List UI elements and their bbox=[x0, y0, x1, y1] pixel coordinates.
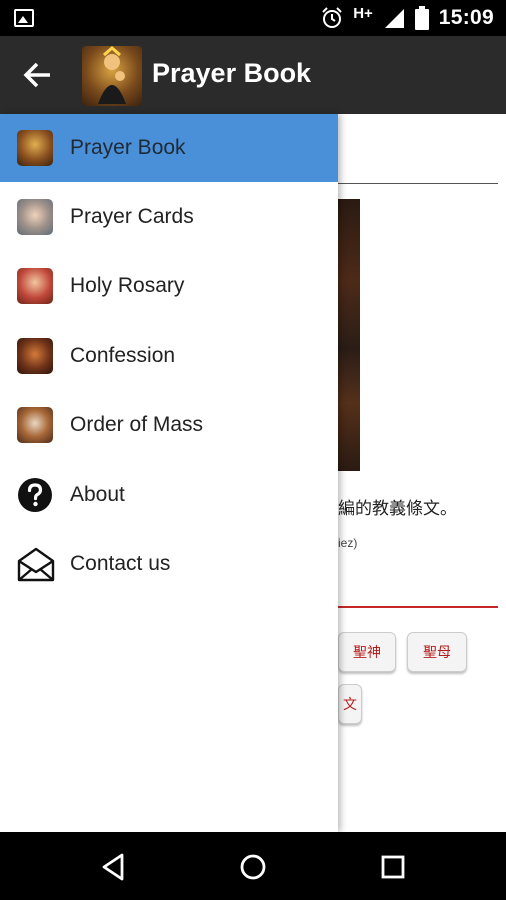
divider bbox=[338, 183, 498, 184]
back-triangle-icon[interactable] bbox=[96, 850, 130, 884]
home-circle-icon[interactable] bbox=[236, 850, 270, 884]
status-bar: H+ 15:09 bbox=[0, 0, 506, 36]
rosary-painting-icon bbox=[17, 268, 53, 304]
drawer-item-prayer-book[interactable]: Prayer Book bbox=[0, 114, 338, 182]
drawer-item-label: Order of Mass bbox=[70, 413, 204, 436]
madonna-icon bbox=[17, 130, 53, 166]
envelope-icon bbox=[17, 547, 55, 582]
drawer-item-label: Prayer Book bbox=[70, 136, 186, 159]
recents-square-icon[interactable] bbox=[376, 850, 410, 884]
navigation-drawer: Prayer Book Prayer Cards Holy Rosary Con… bbox=[0, 114, 338, 832]
drawer-item-prayer-cards[interactable]: Prayer Cards bbox=[0, 183, 338, 251]
red-divider bbox=[338, 606, 498, 608]
image-icon bbox=[14, 9, 34, 27]
madonna-icon bbox=[82, 46, 142, 106]
drawer-item-holy-rosary[interactable]: Holy Rosary bbox=[0, 252, 338, 320]
content-paragraph: 編的教義條文。 bbox=[338, 499, 457, 518]
drawer-item-label: Holy Rosary bbox=[70, 274, 185, 297]
mass-painting-icon bbox=[17, 407, 53, 443]
drawer-item-label: Prayer Cards bbox=[70, 205, 194, 228]
network-type: H+ bbox=[353, 4, 373, 22]
battery-icon bbox=[414, 6, 429, 30]
chip-button[interactable]: 聖母 bbox=[407, 632, 467, 672]
clock: 15:09 bbox=[438, 6, 494, 29]
book-image bbox=[338, 199, 360, 471]
alarm-icon bbox=[322, 7, 342, 28]
chip-button[interactable]: 文 bbox=[338, 684, 362, 724]
chip-button[interactable]: 聖神 bbox=[338, 632, 396, 672]
drawer-item-label: Contact us bbox=[70, 552, 171, 575]
drawer-item-confession[interactable]: Confession bbox=[0, 322, 338, 390]
confession-painting-icon bbox=[17, 338, 53, 374]
signal-icon bbox=[384, 9, 404, 28]
drawer-item-contact-us[interactable]: Contact us bbox=[0, 530, 338, 598]
drawer-item-about[interactable]: About bbox=[0, 461, 338, 529]
status-icons: H+ 15:09 bbox=[321, 0, 494, 36]
portrait-icon bbox=[17, 199, 53, 235]
app-bar: Prayer Book bbox=[0, 36, 506, 114]
help-circle-icon bbox=[18, 478, 52, 512]
drawer-item-label: About bbox=[70, 483, 125, 506]
content-caption: iez) bbox=[338, 536, 358, 550]
drawer-item-order-of-mass[interactable]: Order of Mass bbox=[0, 391, 338, 459]
arrow-back-icon[interactable] bbox=[18, 56, 58, 94]
system-navigation-bar bbox=[0, 832, 506, 900]
drawer-item-label: Confession bbox=[70, 344, 176, 367]
page-title: Prayer Book bbox=[152, 58, 312, 88]
